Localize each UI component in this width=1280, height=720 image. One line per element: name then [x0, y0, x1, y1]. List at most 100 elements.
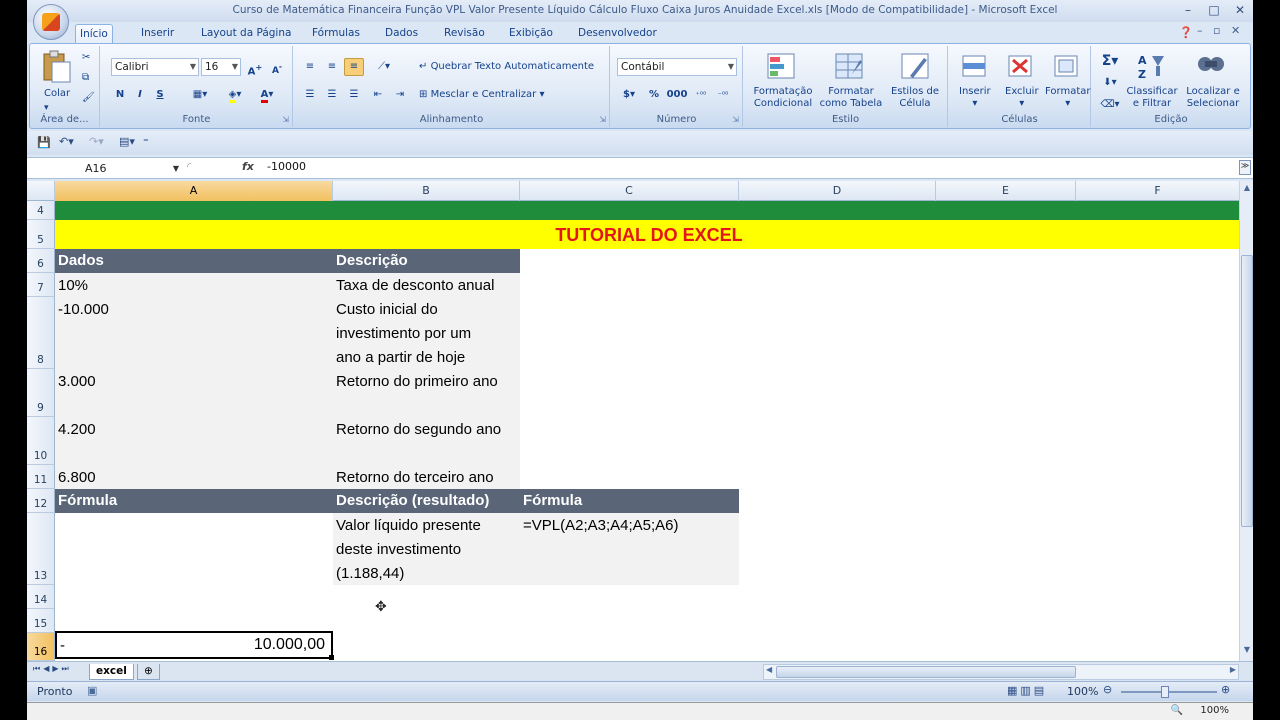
- borders-button[interactable]: ▦▾: [187, 86, 213, 104]
- paste-button[interactable]: Colar: [44, 88, 70, 100]
- currency-button[interactable]: $▾: [617, 86, 641, 104]
- tutorial-title[interactable]: TUTORIAL DO EXCEL: [55, 225, 1240, 246]
- vertical-scrollbar[interactable]: ▲ ▼: [1239, 181, 1253, 661]
- underline-button[interactable]: S: [151, 86, 169, 104]
- copy-icon[interactable]: ⧉: [82, 72, 89, 84]
- insert-cells-button[interactable]: Inserir ▾: [959, 86, 991, 110]
- tab-formulas[interactable]: Fórmulas: [308, 24, 364, 44]
- increase-decimal-icon[interactable]: ⁺⁰⁰: [691, 86, 711, 104]
- tab-layout[interactable]: Layout da Página: [197, 24, 295, 44]
- ribbon-minimize-icon[interactable]: –: [1197, 24, 1203, 37]
- tab-revisao[interactable]: Revisão: [440, 24, 489, 44]
- font-name-combo[interactable]: Calibri ▼: [111, 58, 199, 76]
- row-header-9[interactable]: 9: [27, 369, 55, 417]
- macro-record-icon[interactable]: ▣: [87, 684, 97, 697]
- zoom-slider-thumb[interactable]: [1161, 686, 1169, 698]
- help-icon[interactable]: ❓: [1179, 26, 1193, 39]
- scroll-left-icon[interactable]: ◀: [766, 665, 772, 674]
- font-dialog-launcher-icon[interactable]: ⇲: [282, 115, 289, 124]
- sheet-nav-icons[interactable]: ⏮◀▶⏭: [33, 664, 72, 674]
- ribbon-restore-icon[interactable]: ▫: [1213, 24, 1220, 37]
- header-descricao[interactable]: Descrição: [333, 249, 520, 273]
- expand-formula-bar-icon[interactable]: ≫: [1239, 160, 1251, 175]
- row-header-5[interactable]: 5: [27, 220, 55, 249]
- close-button[interactable]: ✕: [1227, 2, 1253, 19]
- sheet-tab-excel[interactable]: excel: [89, 664, 134, 680]
- row-header-16[interactable]: 16: [27, 633, 55, 661]
- cell-b13-line2[interactable]: deste investimento: [333, 541, 461, 558]
- cell-a9[interactable]: 3.000: [55, 373, 96, 390]
- format-cells-button[interactable]: Formatar ▾: [1045, 86, 1090, 110]
- cell-b10[interactable]: Retorno do segundo ano: [333, 421, 501, 438]
- column-header-c[interactable]: C: [520, 181, 739, 201]
- cell-b7[interactable]: Taxa de desconto anual: [333, 277, 494, 294]
- row-header-8[interactable]: 8: [27, 297, 55, 369]
- formula-input[interactable]: -10000: [267, 160, 306, 173]
- horizontal-scrollbar[interactable]: ◀ ▶: [763, 664, 1239, 680]
- cut-icon[interactable]: ✂: [82, 52, 90, 64]
- redo-icon[interactable]: ↷▾: [89, 135, 104, 148]
- wrap-text-button[interactable]: ↵ Quebrar Texto Automaticamente: [418, 58, 602, 76]
- grow-font-button[interactable]: A+: [245, 58, 265, 77]
- tab-dados[interactable]: Dados: [381, 24, 422, 44]
- row-header-10[interactable]: 10: [27, 417, 55, 465]
- number-format-combo[interactable]: Contábil ▼: [617, 58, 737, 76]
- insert-sheet-icon[interactable]: ⊕: [137, 664, 160, 680]
- cell-a8[interactable]: -10.000: [55, 301, 109, 318]
- customize-qat-icon[interactable]: ⁼: [143, 135, 149, 148]
- thousands-button[interactable]: 000: [665, 86, 689, 104]
- row-header-15[interactable]: 15: [27, 609, 55, 633]
- tab-desenvolvedor[interactable]: Desenvolvedor: [574, 24, 661, 44]
- zoom-out-icon[interactable]: ⊖: [1103, 683, 1112, 696]
- select-all-corner[interactable]: [27, 181, 55, 201]
- format-as-table-button[interactable]: Formatar como Tabela: [816, 86, 886, 110]
- font-color-button[interactable]: A▾: [253, 86, 281, 104]
- align-right-icon[interactable]: ☰: [344, 86, 364, 104]
- cell-b8-line1[interactable]: Custo inicial do: [333, 301, 438, 318]
- fill-color-button[interactable]: ◈▾: [221, 86, 249, 104]
- column-header-b[interactable]: B: [333, 181, 520, 201]
- zoom-in-icon[interactable]: ⊕: [1221, 683, 1230, 696]
- zoom-slider-track[interactable]: [1121, 691, 1217, 693]
- alignment-dialog-launcher-icon[interactable]: ⇲: [599, 115, 606, 124]
- cell-a11[interactable]: 6.800: [55, 469, 96, 486]
- column-header-e[interactable]: E: [936, 181, 1076, 201]
- save-icon[interactable]: 💾: [37, 136, 51, 149]
- cell-b8-line3[interactable]: ano a partir de hoje: [333, 349, 465, 366]
- format-painter-icon[interactable]: 🖌: [82, 92, 95, 104]
- cell-styles-button[interactable]: Estilos de Célula: [888, 86, 942, 110]
- row-header-13[interactable]: 13: [27, 513, 55, 585]
- print-preview-icon[interactable]: ▤▾: [119, 135, 135, 148]
- percent-button[interactable]: %: [645, 86, 663, 104]
- scroll-right-icon[interactable]: ▶: [1230, 665, 1236, 674]
- zoom-level[interactable]: 100%: [1067, 685, 1098, 698]
- cell-b13-line3[interactable]: (1.188,44): [333, 565, 404, 582]
- tab-inserir[interactable]: Inserir: [137, 24, 178, 44]
- align-top-icon[interactable]: ≡: [300, 58, 320, 76]
- column-header-d[interactable]: D: [739, 181, 936, 201]
- office-button[interactable]: [33, 4, 69, 40]
- magnifier-icon[interactable]: 🔍: [1171, 705, 1183, 716]
- decrease-indent-icon[interactable]: ⇤: [368, 86, 388, 104]
- row-header-14[interactable]: 14: [27, 585, 55, 609]
- name-box[interactable]: A16 ▼: [31, 160, 179, 177]
- header-descricao-resultado[interactable]: Descrição (resultado): [333, 489, 520, 513]
- align-bottom-icon[interactable]: ≡: [344, 58, 364, 76]
- autosum-button[interactable]: Σ▾: [1096, 52, 1124, 70]
- shrink-font-button[interactable]: A-: [267, 58, 287, 76]
- cell-a10[interactable]: 4.200: [55, 421, 96, 438]
- align-center-icon[interactable]: ☰: [322, 86, 342, 104]
- minimize-button[interactable]: –: [1175, 2, 1201, 19]
- header-formula[interactable]: Fórmula: [55, 489, 333, 513]
- scroll-down-icon[interactable]: ▼: [1241, 645, 1253, 659]
- column-header-a[interactable]: A: [55, 181, 333, 201]
- find-select-button[interactable]: Localizar e Selecionar: [1182, 86, 1244, 110]
- paste-icon[interactable]: [40, 50, 72, 83]
- clear-icon[interactable]: ⌫▾: [1096, 96, 1124, 114]
- worksheet[interactable]: A B C D E F 4 5 6 7 8 9 10 11 12 13 14 1…: [27, 181, 1253, 661]
- bold-button[interactable]: N: [111, 86, 129, 104]
- italic-button[interactable]: I: [131, 86, 149, 104]
- cell-b8-line2[interactable]: investimento por um: [333, 325, 471, 342]
- number-dialog-launcher-icon[interactable]: ⇲: [732, 115, 739, 124]
- decrease-decimal-icon[interactable]: ⁻⁰⁰: [713, 86, 733, 104]
